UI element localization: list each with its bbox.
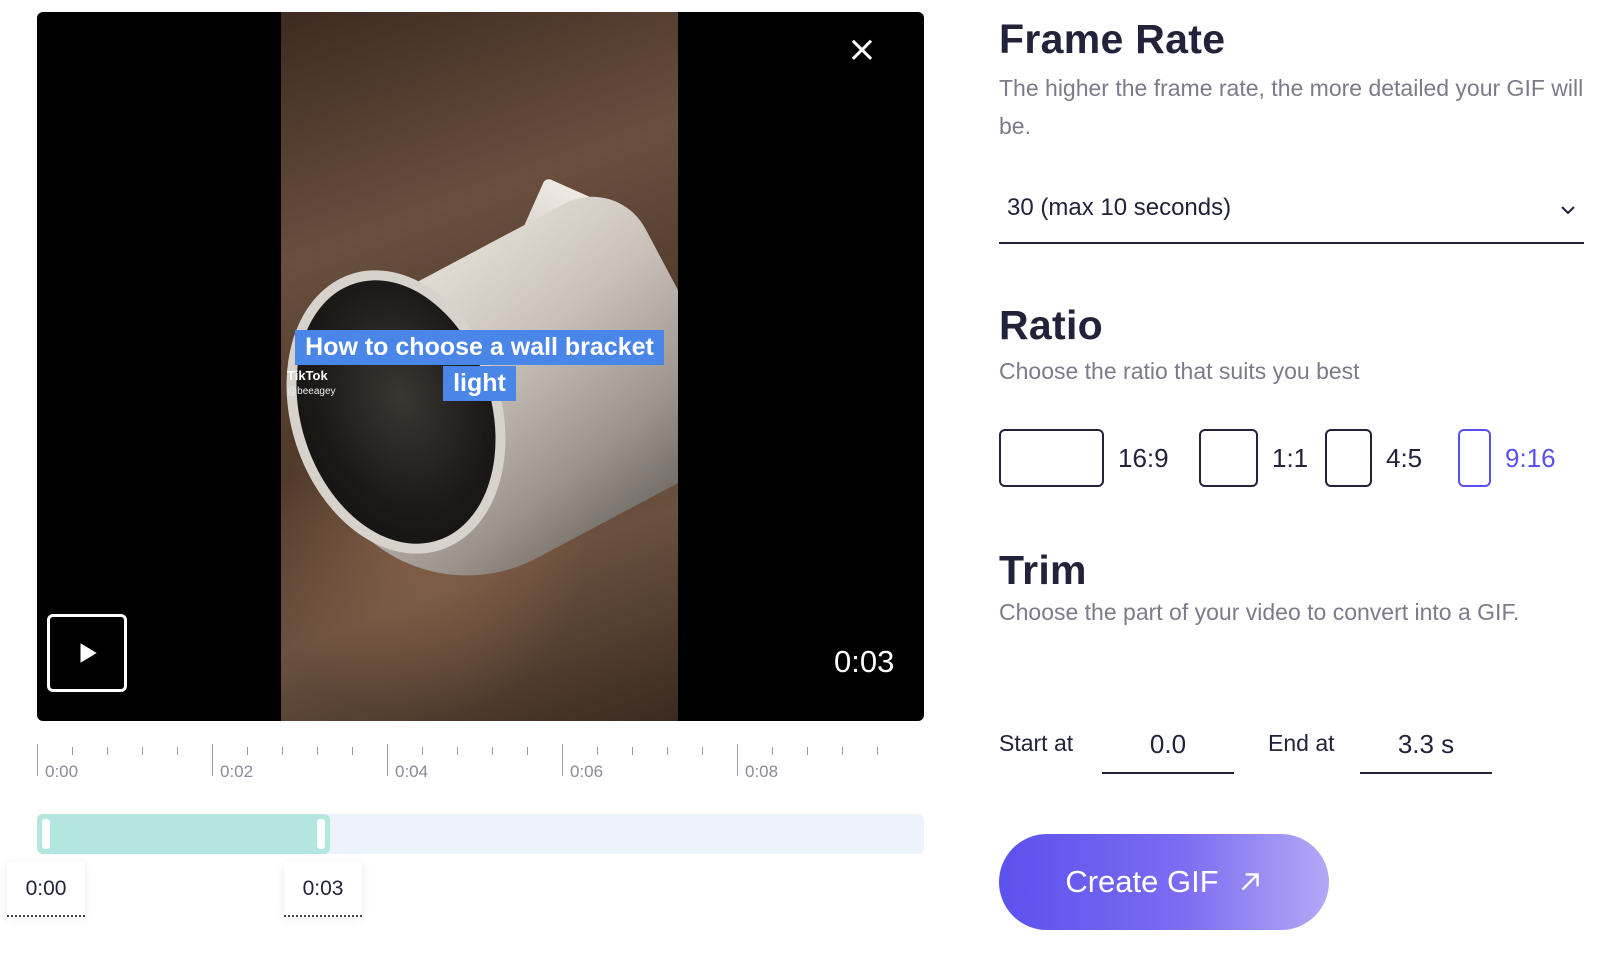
ratio-label: 4:5	[1386, 442, 1423, 473]
ruler-minor-tick	[142, 747, 143, 755]
ratio-9-16-icon	[1458, 429, 1491, 487]
ruler-minor-tick	[807, 747, 808, 755]
ratio-option-9-16[interactable]: 9:16	[1458, 428, 1556, 488]
current-time: 0:03	[834, 644, 895, 679]
trim-inputs: Start at End at	[999, 716, 1589, 776]
create-gif-label: Create GIF	[1065, 864, 1219, 899]
ruler-minor-tick	[247, 747, 248, 755]
end-label: End at	[1268, 730, 1335, 756]
ratio-label: 16:9	[1118, 442, 1169, 473]
trim-end-handle[interactable]	[317, 819, 325, 849]
trim-description: Choose the part of your video to convert…	[999, 599, 1520, 625]
ruler-minor-tick	[492, 747, 493, 755]
video-frame: TikTok @beeagey How to choose a wall bra…	[281, 12, 678, 721]
ratio-option-4-5[interactable]: 4:5	[1325, 428, 1422, 488]
arrow-up-right-icon	[1241, 873, 1259, 891]
ruler-minor-tick	[282, 747, 283, 755]
ruler-minor-tick	[772, 747, 773, 755]
trim-start-tag: 0:00	[7, 862, 85, 917]
ruler-tick-label: 0:02	[220, 762, 254, 781]
ratio-options: 16:9 1:1 4:5 9:16	[999, 428, 1589, 488]
ratio-label: 1:1	[1272, 442, 1309, 473]
ruler-minor-tick	[317, 747, 318, 755]
trim-track[interactable]	[37, 814, 924, 854]
ratio-description: Choose the ratio that suits you best	[999, 358, 1360, 384]
chevron-down-icon	[1561, 206, 1575, 215]
ratio-option-1-1[interactable]: 1:1	[1199, 428, 1308, 488]
start-input[interactable]	[1102, 716, 1234, 774]
trim-selection[interactable]	[37, 814, 330, 854]
ruler-major-tick	[37, 744, 38, 776]
end-input[interactable]	[1360, 716, 1492, 774]
ruler-major-tick	[387, 744, 388, 776]
caption-line-2: light	[291, 366, 668, 401]
trim-end-tag: 0:03	[284, 862, 362, 917]
ratio-1-1-icon	[1199, 429, 1258, 487]
video-player: TikTok @beeagey How to choose a wall bra…	[37, 12, 924, 721]
ruler-minor-tick	[527, 747, 528, 755]
ruler-minor-tick	[877, 747, 878, 755]
ruler-minor-tick	[702, 747, 703, 755]
ruler-tick-label: 0:06	[570, 762, 604, 781]
timeline-ruler: 0:00 0:02 0:04 0:06 0:08	[37, 744, 924, 786]
frame-rate-description: The higher the frame rate, the more deta…	[999, 75, 1584, 139]
play-icon	[80, 643, 97, 663]
ruler-minor-tick	[107, 747, 108, 755]
trim-start-handle[interactable]	[42, 819, 50, 849]
frame-rate-select[interactable]: 30 (max 10 seconds)	[999, 192, 1584, 244]
ratio-label: 9:16	[1505, 442, 1556, 473]
ratio-4-5-icon	[1325, 429, 1372, 487]
ruler-minor-tick	[352, 747, 353, 755]
ruler-minor-tick	[842, 747, 843, 755]
ruler-minor-tick	[632, 747, 633, 755]
play-button[interactable]	[47, 614, 127, 692]
ruler-minor-tick	[667, 747, 668, 755]
ratio-option-16-9[interactable]: 16:9	[999, 428, 1169, 488]
trim-heading: Trim	[999, 547, 1087, 593]
ratio-16-9-icon	[999, 429, 1104, 487]
ruler-tick-label: 0:00	[45, 762, 79, 781]
caption-line-1: How to choose a wall bracket	[291, 330, 668, 365]
start-label: Start at	[999, 730, 1074, 756]
ruler-minor-tick	[457, 747, 458, 755]
ruler-tick-label: 0:04	[395, 762, 429, 781]
ruler-minor-tick	[597, 747, 598, 755]
ruler-tick-label: 0:08	[745, 762, 779, 781]
create-gif-button[interactable]: Create GIF	[999, 834, 1329, 930]
ruler-minor-tick	[422, 747, 423, 755]
frame-rate-value: 30 (max 10 seconds)	[1007, 194, 1232, 221]
ruler-major-tick	[562, 744, 563, 776]
frame-rate-heading: Frame Rate	[999, 16, 1226, 62]
ruler-minor-tick	[177, 747, 178, 755]
ruler-major-tick	[737, 744, 738, 776]
close-icon[interactable]: ×	[845, 32, 879, 68]
ruler-minor-tick	[72, 747, 73, 755]
ruler-major-tick	[212, 744, 213, 776]
ratio-heading: Ratio	[999, 302, 1103, 348]
